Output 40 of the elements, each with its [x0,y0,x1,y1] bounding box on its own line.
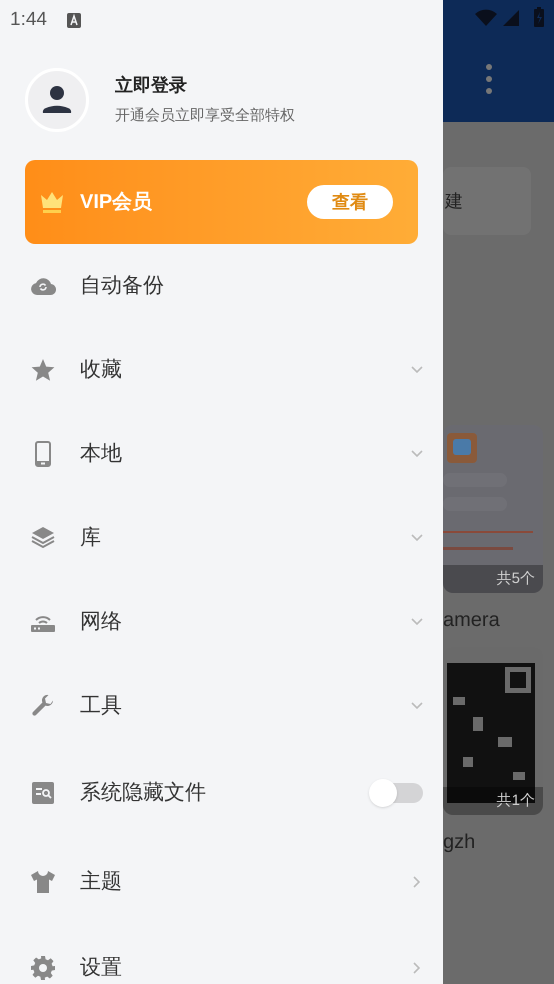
chevron-icon[interactable] [411,450,423,458]
menu-item[interactable]: 工具 [80,690,122,722]
login-title[interactable]: 立即登录 [115,72,295,100]
star-icon [31,358,55,382]
wrench-icon [31,694,55,718]
album-count: 共1个 [496,790,535,811]
menu-item[interactable]: 系统隐藏文件 [80,776,206,808]
person-icon [42,85,72,115]
signal-icon [503,10,519,26]
menu-item[interactable]: 网络 [80,606,122,638]
menu-item[interactable]: 主题 [80,866,122,898]
wifi-icon [475,9,497,26]
card-text: 建 [445,190,463,212]
tshirt-icon [30,870,56,894]
status-time: 1:44 [10,8,47,32]
menu-item[interactable]: 自动备份 [80,270,164,302]
phone-icon [35,441,51,467]
chevron-icon[interactable] [411,702,423,710]
file-search-icon [32,782,54,804]
font-icon [66,12,81,28]
toggle-switch[interactable] [369,778,423,806]
chevron-right-icon[interactable] [413,962,421,974]
cloud-sync-icon [30,276,56,296]
layers-icon [31,526,55,550]
settings-icon [31,956,55,980]
menu-item[interactable]: 设置 [80,952,122,984]
album-count: 共5个 [496,568,535,589]
chevron-icon[interactable] [411,366,423,374]
chevron-icon[interactable] [411,534,423,542]
battery-icon [534,7,544,27]
menu-item[interactable]: 收藏 [80,354,122,386]
menu-item[interactable]: 库 [80,522,101,554]
chevron-right-icon[interactable] [413,876,421,888]
login-subtitle: 开通会员立即享受全部特权 [115,106,295,126]
album-card[interactable]: 共5个 [443,425,543,593]
chevron-icon[interactable] [411,618,423,626]
vip-label: VIP会员 [80,190,152,215]
crown-icon [40,191,64,213]
more-icon[interactable] [486,64,492,94]
menu-item[interactable]: 本地 [80,438,122,470]
